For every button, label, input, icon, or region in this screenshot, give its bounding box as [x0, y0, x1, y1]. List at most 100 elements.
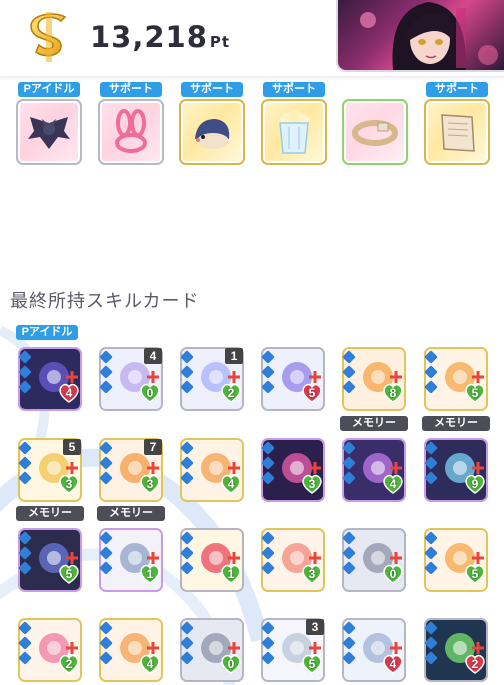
item-slot-2[interactable]: サポート — [98, 82, 164, 167]
card-cost-badge: 3 — [301, 564, 323, 584]
card-tag: メモリー — [422, 416, 490, 431]
card-cost-value: 5 — [65, 567, 73, 581]
plus-icon — [309, 552, 321, 564]
card-effect-icons — [18, 531, 33, 584]
skill-card[interactable]: Pアイドル 4 — [16, 325, 84, 411]
item-frame — [342, 99, 408, 165]
card-effect-icons — [180, 441, 195, 494]
card-cost-badge: 5 — [464, 383, 486, 403]
plus-icon — [390, 371, 402, 383]
skill-card[interactable]: 35 — [259, 596, 327, 682]
card-effect-icons — [180, 531, 195, 584]
item-frame — [98, 99, 164, 165]
item-slot-3[interactable]: サポート — [179, 82, 245, 167]
card-cost-badge: 0 — [139, 383, 161, 403]
card-cost-value: 3 — [308, 567, 316, 581]
skill-card[interactable]: 73 — [97, 416, 165, 502]
card-cost-value: 9 — [471, 477, 479, 491]
plus-icon — [472, 642, 484, 654]
skill-card[interactable]: 53 — [16, 416, 84, 502]
skill-card[interactable]: 3 — [259, 506, 327, 592]
skill-card[interactable]: 2 — [16, 596, 84, 682]
card-cost-badge: 3 — [139, 474, 161, 494]
card-cost-value: 1 — [146, 567, 154, 581]
skill-card[interactable]: メモリー 5 — [16, 506, 84, 592]
card-cost-value: 1 — [227, 567, 235, 581]
item-tag — [344, 82, 406, 97]
skill-card[interactable]: メモリー 9 — [422, 416, 490, 502]
card-cost-badge: 9 — [464, 474, 486, 494]
section-title-final-skill-cards: 最終所持スキルカード — [10, 291, 200, 311]
card-tag: メモリー — [16, 506, 84, 521]
skill-card[interactable]: 4 — [97, 596, 165, 682]
card-level-badge: 5 — [63, 439, 81, 455]
card-cost-value: 4 — [146, 657, 154, 671]
skill-card[interactable]: 5 — [422, 506, 490, 592]
points-value: 13,218 — [90, 20, 208, 54]
card-cost-value: 4 — [65, 386, 73, 400]
card-cost-badge: 5 — [301, 654, 323, 674]
card-cost-value: 3 — [308, 477, 316, 491]
skill-card[interactable]: 0 — [178, 596, 246, 682]
card-tag: Pアイドル — [16, 325, 78, 340]
skill-card-grid: Pアイドル 4 4 0 1 2 5 8 5 5 3 7 3 4 3 メモリー 4 メモリー 9 メモリー 5 メモリー 1 1… — [0, 320, 504, 685]
item-frame — [261, 99, 327, 165]
item-tag: サポート — [100, 82, 162, 97]
card-cost-value: 2 — [65, 657, 73, 671]
card-cost-badge: 8 — [382, 383, 404, 403]
card-cost-value: 3 — [146, 477, 154, 491]
character-portrait[interactable] — [336, 0, 504, 72]
skill-card[interactable]: 8 — [340, 325, 408, 411]
item-frame — [424, 99, 490, 165]
card-effect-icons — [180, 621, 195, 674]
bunny-ribbon-icon — [115, 109, 147, 153]
card-cost-value: 4 — [227, 477, 235, 491]
card-effect-icons — [99, 531, 114, 584]
skill-card[interactable]: 5 — [422, 325, 490, 411]
card-effect-icons — [261, 350, 276, 403]
item-tag: サポート — [263, 82, 325, 97]
card-effect-icons — [424, 621, 439, 674]
item-tag: サポート — [181, 82, 243, 97]
card-effect-icons — [342, 531, 357, 584]
skill-card[interactable]: メモリー 1 — [97, 506, 165, 592]
item-tag: サポート — [426, 82, 488, 97]
skill-card[interactable]: 4 — [340, 596, 408, 682]
card-cost-value: 0 — [227, 657, 235, 671]
plus-icon — [147, 371, 159, 383]
card-cost-badge: 3 — [301, 474, 323, 494]
card-cost-value: 5 — [471, 386, 479, 400]
skill-card[interactable]: 40 — [97, 325, 165, 411]
plus-icon — [228, 552, 240, 564]
skill-card[interactable]: 0 — [340, 506, 408, 592]
card-effect-icons — [342, 350, 357, 403]
bat-wing-icon — [28, 117, 70, 149]
item-slot-6[interactable]: サポート — [424, 82, 490, 167]
item-slot-4[interactable]: サポート — [261, 82, 327, 167]
card-cost-badge: 2 — [464, 654, 486, 674]
card-effect-icons — [261, 621, 276, 674]
card-cost-badge: 1 — [139, 564, 161, 584]
skill-card[interactable]: 2 — [422, 596, 490, 682]
skill-card[interactable]: 1 — [178, 506, 246, 592]
plus-icon — [309, 371, 321, 383]
skill-card[interactable]: 3 — [259, 416, 327, 502]
skill-card[interactable]: 4 — [178, 416, 246, 502]
card-cost-badge: 5 — [301, 383, 323, 403]
skill-card[interactable]: メモリー 4 — [340, 416, 408, 502]
card-effect-icons — [99, 621, 114, 674]
skill-card[interactable]: 12 — [178, 325, 246, 411]
item-frame — [16, 99, 82, 165]
item-slot-1[interactable]: Pアイドル — [16, 82, 82, 167]
card-cost-badge: 4 — [382, 654, 404, 674]
skill-card[interactable]: 5 — [259, 325, 327, 411]
card-cost-value: 3 — [65, 477, 73, 491]
plus-icon — [390, 462, 402, 474]
item-frame — [179, 99, 245, 165]
card-effect-icons — [261, 441, 276, 494]
plus-icon — [472, 462, 484, 474]
plus-icon — [66, 371, 78, 383]
item-slot-5[interactable] — [342, 82, 408, 167]
card-effect-icons — [424, 531, 439, 584]
plus-icon — [390, 642, 402, 654]
